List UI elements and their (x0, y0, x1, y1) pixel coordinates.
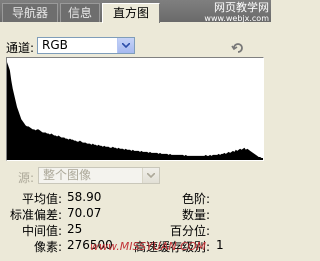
stat-value-mean: 58.90 (67, 190, 102, 204)
chevron-down-icon[interactable] (117, 38, 134, 53)
watermark-top-line1: 网页教学网 (214, 1, 269, 14)
channel-label: 通道: (6, 41, 35, 55)
panel-tab-bar: 导航器 信息 直方图 网页教学网 www.webjx.com (0, 0, 271, 24)
watermark-bottom: www.MISSYUAN.COM (90, 240, 206, 253)
stat-value-cache-level: 1 (216, 238, 224, 252)
refresh-icon[interactable] (230, 40, 246, 56)
watermark-top: 网页教学网 www.webjx.com (204, 2, 269, 24)
stat-value-median: 25 (67, 222, 83, 236)
histogram-graph (7, 62, 263, 160)
source-label: 源: (18, 171, 35, 185)
channel-select[interactable]: RGB (37, 37, 135, 54)
histogram-fill (7, 62, 263, 160)
stat-label-pixels: 像素: (33, 240, 62, 254)
source-select[interactable]: 整个图像 (38, 167, 160, 184)
stat-label-std-dev: 标准偏差: (9, 208, 62, 222)
stat-label-percentile: 百分位: (169, 224, 210, 238)
source-select-value: 整个图像 (43, 168, 92, 182)
watermark-top-line2: www.webjx.com (204, 14, 269, 23)
tab-navigator[interactable]: 导航器 (2, 3, 58, 22)
channel-select-value: RGB (42, 38, 68, 52)
stat-label-level: 色阶: (181, 192, 210, 206)
chevron-down-icon[interactable] (142, 168, 159, 183)
stat-label-median: 中间值: (21, 224, 62, 238)
stat-label-count: 数量: (181, 208, 210, 222)
stat-value-std-dev: 70.07 (67, 206, 102, 220)
histogram-display (6, 57, 264, 161)
tab-histogram[interactable]: 直方图 (102, 3, 160, 23)
stat-label-mean: 平均值: (21, 192, 62, 206)
tab-info[interactable]: 信息 (60, 3, 100, 22)
